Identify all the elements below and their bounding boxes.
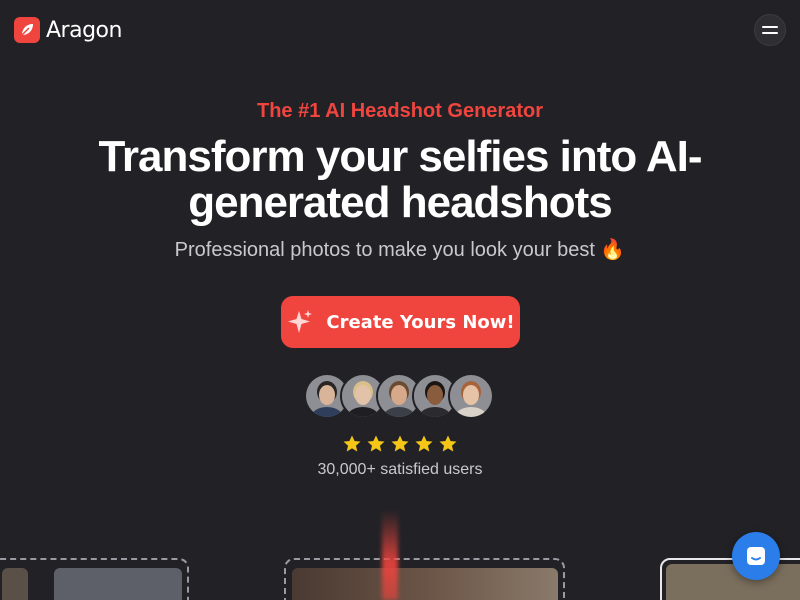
users-count: 30,000+ satisfied users (317, 461, 483, 478)
headshot-gallery (0, 500, 800, 600)
gallery-frame-left (0, 558, 189, 600)
sparkle-icon (288, 310, 313, 333)
hero-headline: Transform your selfies into AI-generated… (98, 132, 702, 227)
gallery-frame-right (660, 558, 800, 600)
top-nav: Aragon (0, 0, 800, 60)
star-icon (391, 435, 409, 452)
gallery-frame-center (284, 558, 565, 600)
chat-button[interactable] (732, 532, 780, 580)
brand-name: Aragon (46, 17, 122, 43)
brand-logo[interactable]: Aragon (14, 17, 122, 43)
avatar-woman-auburn (448, 373, 494, 419)
leaf-icon (14, 17, 40, 43)
scan-beam (382, 510, 398, 600)
user-avatars (304, 373, 494, 419)
hero-eyebrow: The #1 AI Headshot Generator (257, 100, 543, 122)
star-icon (415, 435, 433, 452)
hero-section: The #1 AI Headshot Generator Transform y… (0, 96, 800, 264)
hamburger-icon (762, 26, 778, 34)
star-icon (439, 435, 457, 452)
star-rating (0, 434, 800, 454)
chat-icon (747, 547, 765, 565)
hero-subline: Professional photos to make you look you… (174, 239, 626, 261)
star-icon (367, 435, 385, 452)
create-yours-button[interactable]: Create Yours Now! (281, 296, 520, 348)
star-icon (343, 435, 361, 452)
cta-label: Create Yours Now! (326, 311, 515, 333)
menu-button[interactable] (754, 14, 786, 46)
